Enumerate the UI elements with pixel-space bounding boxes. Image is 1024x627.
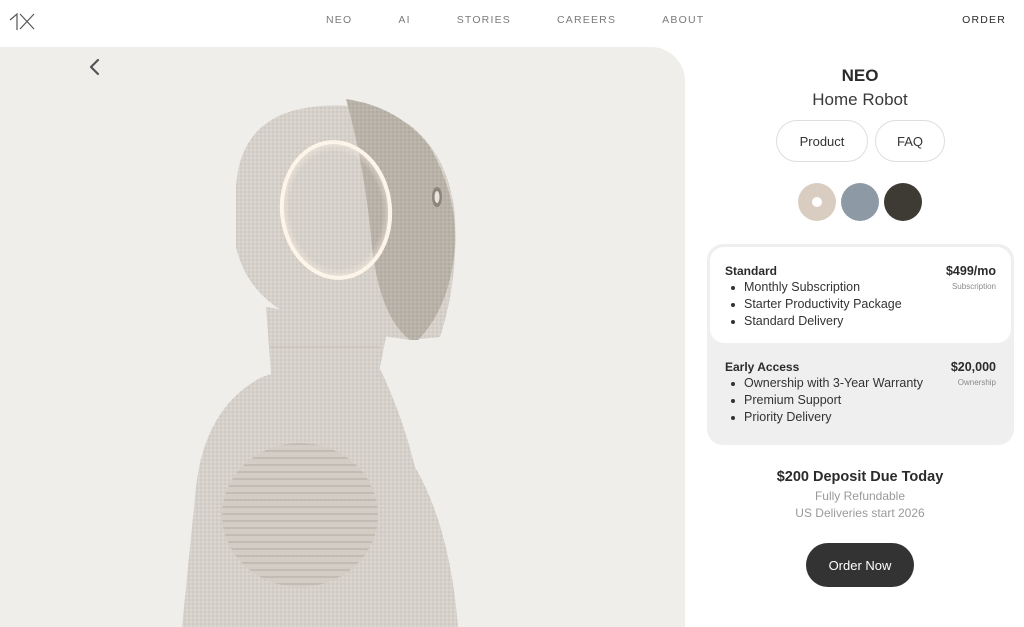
plan-feature: Starter Productivity Package bbox=[730, 296, 902, 313]
plan-type: Ownership bbox=[957, 378, 996, 387]
nav-item-ai[interactable]: AI bbox=[398, 14, 410, 26]
nav-item-stories[interactable]: STORIES bbox=[457, 14, 511, 26]
plan-type: Subscription bbox=[951, 282, 996, 291]
nav-item-about[interactable]: ABOUT bbox=[662, 14, 704, 26]
selected-indicator bbox=[812, 197, 822, 207]
plan-card-standard[interactable]: Standard $499/mo Subscription Monthly Su… bbox=[710, 247, 1011, 343]
plan-name: Early Access bbox=[725, 360, 800, 374]
nav-item-neo[interactable]: NEO bbox=[326, 14, 352, 26]
delivery-text: US Deliveries start 2026 bbox=[795, 506, 925, 520]
tab-faq[interactable]: FAQ bbox=[875, 120, 945, 162]
plan-features: Monthly Subscription Starter Productivit… bbox=[730, 279, 902, 330]
plan-feature: Monthly Subscription bbox=[730, 279, 902, 296]
refund-text: Fully Refundable bbox=[814, 489, 906, 503]
plan-price: $20,000 bbox=[950, 360, 996, 374]
plan-feature: Standard Delivery bbox=[730, 313, 902, 330]
plan-options: Standard $499/mo Subscription Monthly Su… bbox=[707, 244, 1014, 445]
color-swatch-blue-grey[interactable] bbox=[841, 183, 879, 221]
plan-feature: Premium Support bbox=[730, 392, 923, 409]
product-title: NEO bbox=[841, 66, 879, 85]
plan-name: Standard bbox=[725, 264, 778, 278]
hero-image-panel bbox=[0, 47, 685, 627]
neo-robot-profile-image bbox=[182, 99, 458, 627]
deposit-text: $200 Deposit Due Today bbox=[776, 469, 944, 485]
tab-product[interactable]: Product bbox=[776, 120, 868, 162]
plan-feature: Ownership with 3-Year Warranty bbox=[730, 375, 923, 392]
order-now-button[interactable]: Order Now bbox=[806, 543, 914, 587]
nav-order-link[interactable]: ORDER bbox=[962, 14, 1006, 26]
plan-price: $499/mo bbox=[945, 264, 996, 278]
plan-card-early-access[interactable]: Early Access $20,000 Ownership Ownership… bbox=[707, 346, 1014, 445]
plan-feature: Priority Delivery bbox=[730, 409, 923, 426]
color-swatch-dark-olive[interactable] bbox=[884, 183, 922, 221]
1x-logo-icon[interactable] bbox=[8, 10, 36, 32]
nav-item-careers[interactable]: CAREERS bbox=[557, 14, 616, 26]
top-nav: NEO AI STORIES CAREERS ABOUT bbox=[326, 14, 750, 26]
plan-features: Ownership with 3-Year Warranty Premium S… bbox=[730, 375, 923, 426]
color-swatch-beige[interactable] bbox=[798, 183, 836, 221]
product-subtitle: Home Robot bbox=[812, 90, 908, 109]
